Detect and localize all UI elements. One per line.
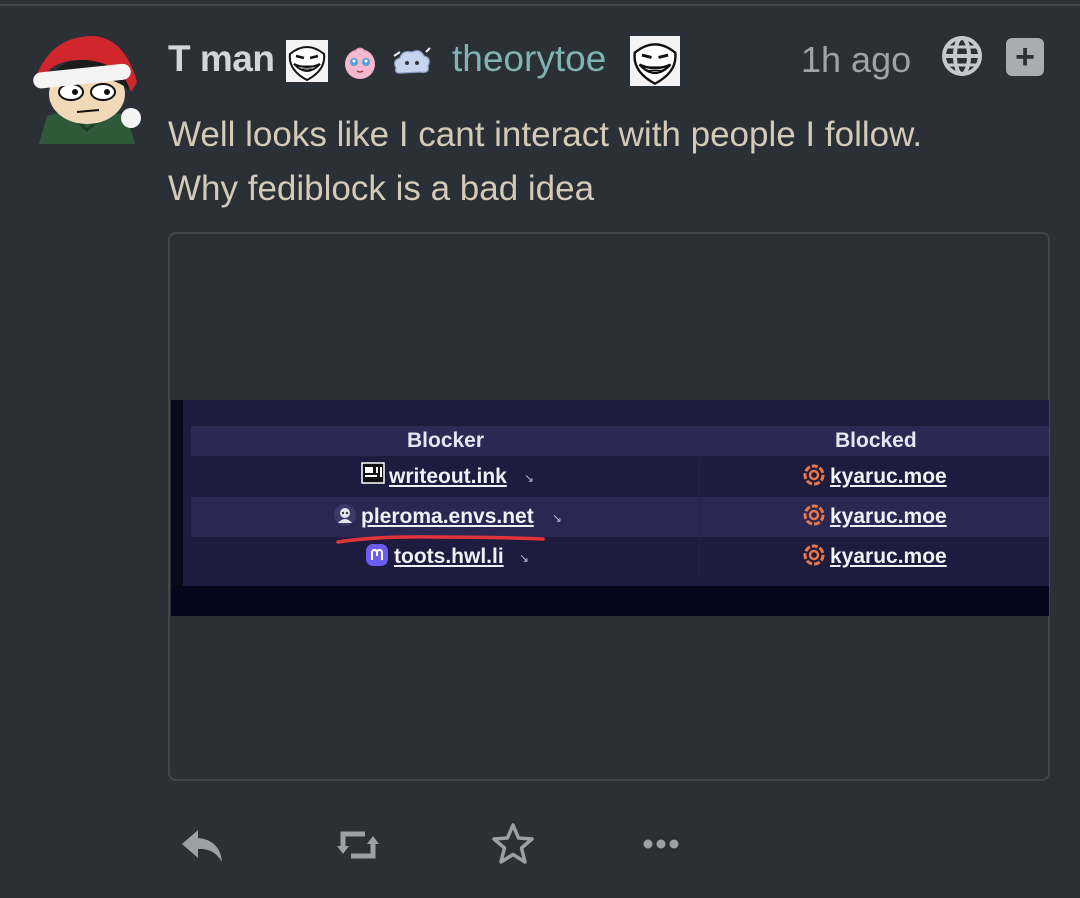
globe-icon[interactable] (940, 34, 984, 78)
column-header-blocked: Blocked (835, 429, 917, 452)
post-text-line: Well looks like I cant interact with peo… (168, 115, 923, 154)
trollface-emoji (286, 40, 328, 87)
expand-button[interactable]: + (1006, 38, 1044, 76)
cloud-creature-emoji (390, 46, 432, 83)
writeout-icon (361, 461, 385, 485)
action-bar (0, 820, 1080, 870)
boost-icon[interactable] (333, 820, 383, 870)
blocked-link[interactable]: kyaruc.moe (830, 545, 947, 569)
more-icon[interactable] (637, 820, 687, 870)
post-timestamp[interactable]: 1h ago (801, 39, 911, 81)
highlight-scribble (336, 535, 545, 544)
table-row: toots.hwl.li ↘ kyaruc.moe (191, 537, 1049, 577)
display-name[interactable]: T man (168, 38, 275, 80)
external-link-icon: ↘ (524, 471, 535, 485)
post-header: T man theorytoe 1h ago + (168, 30, 1048, 90)
trollface-emoji (630, 36, 680, 91)
column-header-blocker: Blocker (407, 429, 485, 452)
blocker-link[interactable]: writeout.ink (389, 465, 507, 489)
top-divider (0, 4, 1080, 6)
favourite-icon[interactable] (488, 820, 538, 870)
pleroma-icon (333, 503, 357, 527)
blocked-link[interactable]: kyaruc.moe (830, 505, 947, 529)
post-content: Well looks like I cant interact with peo… (168, 108, 1048, 216)
avatar[interactable] (33, 34, 141, 144)
blocker-link[interactable]: toots.hwl.li (394, 545, 504, 569)
misskey-icon (802, 463, 826, 487)
blocked-link[interactable]: kyaruc.moe (830, 465, 947, 489)
misskey-icon (802, 503, 826, 527)
misskey-icon (802, 543, 826, 567)
external-link-icon: ↘ (552, 511, 563, 525)
table-header: Blocker Blocked (191, 426, 1049, 456)
screenshot-edge (171, 400, 183, 616)
table-row: pleroma.envs.net ↘ kyaruc.moe (191, 497, 1049, 537)
post-text-line: Why fediblock is a bad idea (168, 169, 595, 208)
table-row: writeout.ink ↘ kyaruc.moe (191, 457, 1049, 497)
blocker-link[interactable]: pleroma.envs.net (361, 505, 534, 529)
plus-icon: + (1015, 38, 1035, 76)
jigglypuff-emoji (342, 42, 378, 87)
attached-screenshot: Blocker Blocked writeout.ink ↘ kyaruc.mo… (171, 400, 1049, 616)
screenshot-footer (171, 586, 1049, 616)
external-link-icon: ↘ (519, 551, 530, 565)
reply-icon[interactable] (178, 820, 228, 870)
author-handle[interactable]: theorytoe (452, 38, 606, 80)
